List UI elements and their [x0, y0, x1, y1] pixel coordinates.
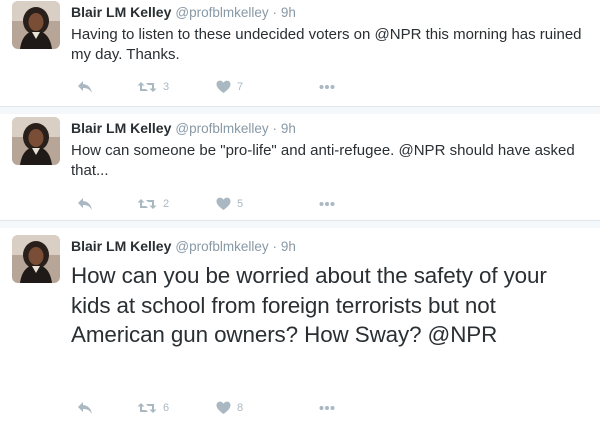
like-count: 5: [237, 198, 244, 210]
tweet[interactable]: Blair LM Kelley @profblmkelley · 9h How c…: [0, 114, 600, 221]
like-button[interactable]: 7: [216, 80, 243, 94]
tweet[interactable]: Blair LM Kelley @profblmkelley · 9h Havin…: [0, 0, 600, 107]
timestamp[interactable]: 9h: [281, 121, 296, 136]
retweet-icon: [137, 82, 157, 92]
reply-icon: [78, 198, 92, 210]
like-button[interactable]: 8: [216, 401, 243, 415]
retweet-icon: [137, 199, 157, 209]
tweet-content: Blair LM Kelley @profblmkelley · 9h How c…: [71, 119, 590, 181]
separator: ·: [272, 5, 278, 20]
retweet-button[interactable]: 6: [137, 401, 169, 415]
reply-button[interactable]: [77, 80, 93, 94]
author-name[interactable]: Blair LM Kelley: [71, 4, 171, 20]
tweet-text: How can someone be "pro-life" and anti-r…: [71, 142, 575, 179]
more-icon: [319, 85, 335, 89]
more-icon: [319, 202, 335, 206]
more-icon: [319, 406, 335, 410]
retweet-button[interactable]: 2: [137, 197, 169, 211]
retweet-count: 2: [163, 198, 170, 210]
author-handle[interactable]: @profblmkelley: [175, 121, 268, 136]
more-button[interactable]: [319, 84, 335, 90]
heart-icon: [216, 80, 231, 93]
tweet[interactable]: Blair LM Kelley @profblmkelley · 9h How c…: [0, 228, 600, 422]
timestamp[interactable]: 9h: [281, 239, 296, 254]
timeline: Blair LM Kelley @profblmkelley · 9h Havin…: [0, 0, 600, 422]
retweet-button[interactable]: 3: [137, 80, 169, 94]
author-handle[interactable]: @profblmkelley: [175, 239, 268, 254]
separator: ·: [272, 121, 278, 136]
heart-icon: [216, 401, 231, 414]
reply-icon: [78, 81, 92, 93]
tweet-text: Having to listen to these undecided vote…: [71, 26, 582, 63]
separator: ·: [272, 239, 278, 254]
tweet-text: How can you be worried about the safety …: [71, 263, 547, 347]
reply-button[interactable]: [77, 197, 93, 211]
more-button[interactable]: [319, 405, 335, 411]
retweet-count: 3: [163, 81, 170, 93]
like-count: 8: [237, 402, 244, 414]
timestamp[interactable]: 9h: [281, 5, 296, 20]
tweet-header: Blair LM Kelley @profblmkelley · 9h: [71, 237, 590, 256]
avatar[interactable]: [12, 235, 60, 283]
like-count: 7: [237, 81, 244, 93]
avatar[interactable]: [12, 1, 60, 49]
retweet-count: 6: [163, 402, 170, 414]
retweet-icon: [137, 403, 157, 413]
tweet-content: Blair LM Kelley @profblmkelley · 9h Havin…: [71, 3, 590, 65]
author-name[interactable]: Blair LM Kelley: [71, 238, 171, 254]
like-button[interactable]: 5: [216, 197, 243, 211]
tweet-header: Blair LM Kelley @profblmkelley · 9h: [71, 119, 590, 138]
author-handle[interactable]: @profblmkelley: [175, 5, 268, 20]
tweet-header: Blair LM Kelley @profblmkelley · 9h: [71, 3, 590, 22]
reply-icon: [78, 402, 92, 414]
heart-icon: [216, 197, 231, 210]
author-name[interactable]: Blair LM Kelley: [71, 120, 171, 136]
more-button[interactable]: [319, 201, 335, 207]
reply-button[interactable]: [77, 401, 93, 415]
avatar[interactable]: [12, 117, 60, 165]
tweet-content: Blair LM Kelley @profblmkelley · 9h How c…: [71, 237, 590, 350]
